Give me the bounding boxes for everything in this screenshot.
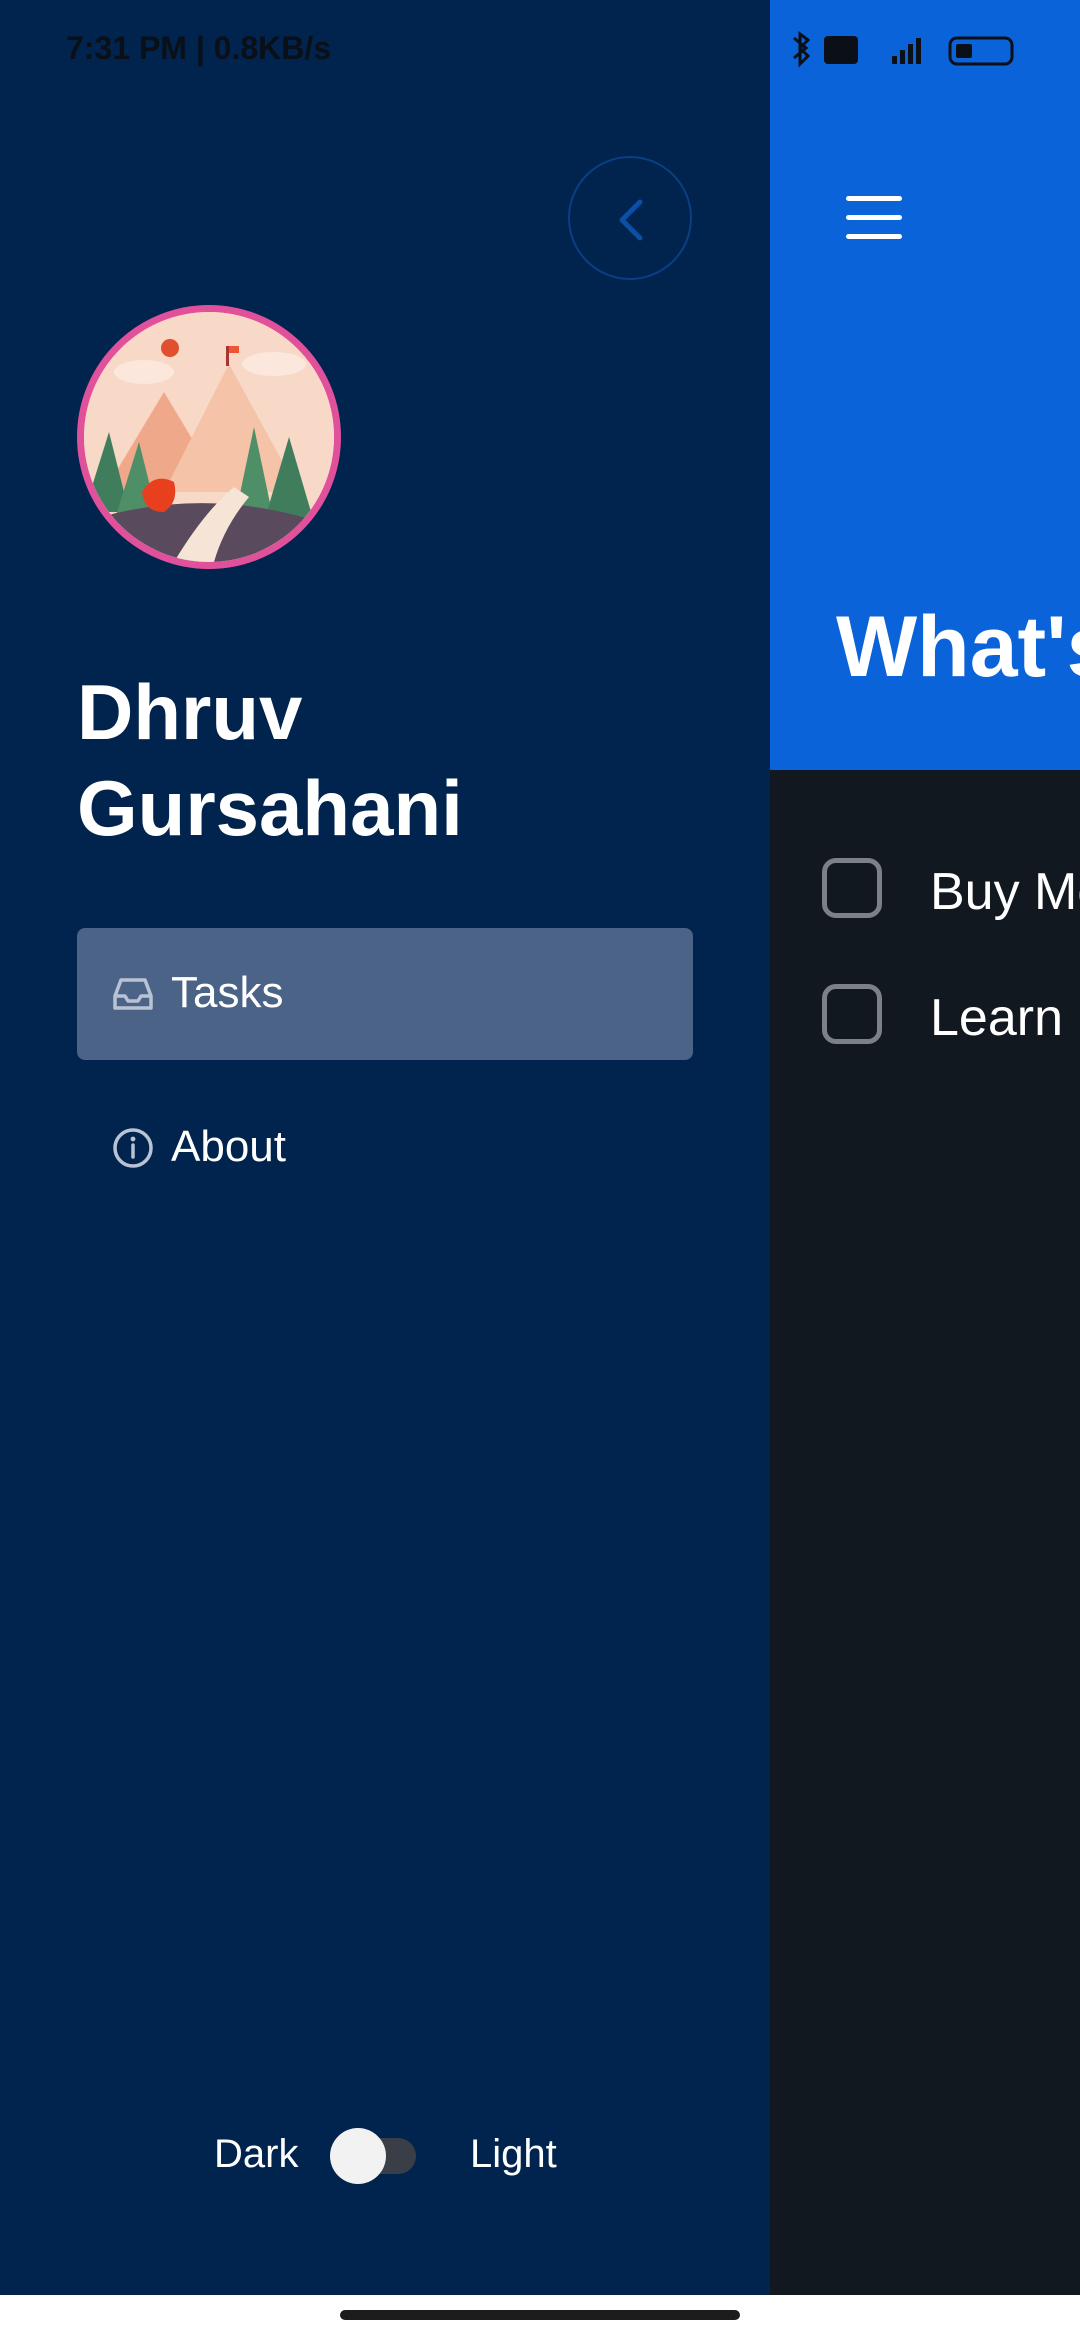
hero-title: What's — [836, 599, 1080, 695]
theme-dark-label: Dark — [214, 2132, 299, 2176]
gesture-navigation-bar[interactable] — [340, 2310, 740, 2320]
theme-switcher: Dark Light — [0, 2122, 770, 2190]
chevron-left-icon — [619, 199, 643, 241]
4g-signal-icon — [892, 38, 921, 64]
inbox-icon — [113, 978, 153, 1010]
volte-icon — [824, 36, 858, 64]
navigation-drawer: Dhruv Gursahani Tasks About Dark Light — [0, 0, 770, 2295]
nav-item-about[interactable]: About — [77, 1082, 693, 1214]
status-bar: 7:31 PM | 0.8KB/s — [0, 0, 1080, 100]
nav-item-label: Tasks — [171, 968, 284, 1017]
status-icons — [786, 30, 1016, 78]
avatar — [77, 305, 341, 569]
bluetooth-icon — [793, 31, 811, 68]
menu-icon[interactable] — [846, 196, 906, 244]
task-checkbox[interactable] — [822, 858, 882, 918]
theme-light-label: Light — [470, 2132, 557, 2176]
task-title: Buy Mo — [930, 863, 1080, 921]
user-name: Dhruv Gursahani — [77, 668, 463, 852]
task-title: Learn — [930, 989, 1063, 1047]
nav-item-label: About — [171, 1122, 286, 1171]
battery-icon — [948, 36, 1014, 66]
task-checkbox[interactable] — [822, 984, 882, 1044]
info-icon — [113, 1128, 153, 1168]
close-drawer-button[interactable] — [568, 156, 692, 280]
status-time: 7:31 PM | 0.8KB/s — [66, 30, 332, 66]
nav-item-tasks[interactable]: Tasks — [77, 928, 693, 1060]
theme-toggle-thumb[interactable] — [330, 2128, 386, 2184]
